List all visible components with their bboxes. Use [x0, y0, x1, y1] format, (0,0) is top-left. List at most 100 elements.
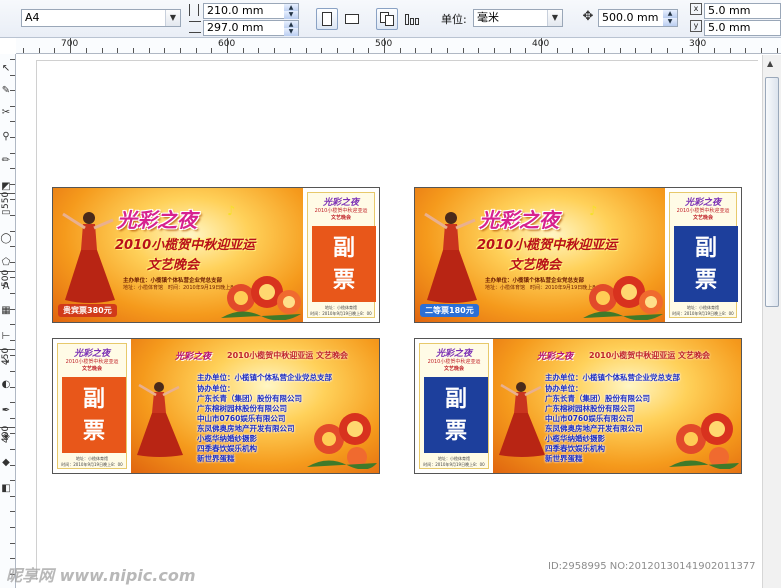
blend-tool-icon[interactable]: ◐: [0, 378, 12, 392]
spin-down-icon[interactable]: ▼: [284, 11, 298, 19]
ruler-minor-tick: [777, 48, 778, 53]
dup-y-icon: y: [690, 20, 702, 32]
landscape-button[interactable]: [341, 8, 363, 30]
ticket-back-orange[interactable]: 光彩之夜 2010小榄贺中秋迎亚运 文艺晚会 副 票 地址：小榄体育馆 时间：2…: [52, 338, 380, 474]
page-height-input[interactable]: 297.0 mm ▲ ▼: [203, 20, 299, 36]
all-pages-button[interactable]: [376, 8, 398, 30]
page-size-value: A4: [25, 11, 40, 24]
price-tag: 贵宾票380元: [58, 304, 117, 317]
stub-subtitle-2: 文艺晚会: [330, 215, 351, 221]
current-page-icon: [405, 13, 419, 25]
stub-label-box: 副 票: [312, 226, 376, 302]
shape-tool-icon[interactable]: ✎: [0, 84, 12, 98]
outline-tool-icon[interactable]: ◈: [0, 430, 12, 444]
scrollbar-thumb[interactable]: [765, 77, 779, 307]
ruler-minor-tick: [337, 48, 338, 53]
duplicate-x-input[interactable]: 5.0 mm: [704, 3, 781, 19]
eyedropper-tool-icon[interactable]: ✒: [0, 404, 12, 418]
text-tool-icon[interactable]: A: [0, 280, 12, 294]
ruler-minor-tick: [714, 48, 715, 53]
ruler-minor-tick: [117, 48, 118, 53]
ellipse-tool-icon[interactable]: ◯: [0, 232, 12, 246]
pick-tool-icon[interactable]: ↖: [0, 62, 12, 76]
stub-label-box: 副 票: [674, 226, 738, 302]
ticket-front-vip[interactable]: 光彩之夜 ♪ 2010小榄贺中秋迎亚运 文艺晚会 主办单位：小榄镇个体私营企业党…: [52, 187, 380, 323]
event-subtitle-2: 文艺晚会: [147, 258, 200, 273]
dancer-image: [497, 379, 547, 459]
ruler-minor-tick: [149, 48, 150, 53]
interactive-fill-icon[interactable]: ◧: [0, 482, 12, 496]
zoom-tool-icon[interactable]: ⚲: [0, 130, 12, 144]
vertical-scrollbar[interactable]: ▲: [762, 55, 781, 588]
organizer-line: 主办单位：小榄镇个体私营企业党总支部: [485, 278, 585, 284]
ruler-minor-tick: [745, 48, 746, 53]
ticket-main-panel: 光彩之夜 ♪ 2010小榄贺中秋迎亚运 文艺晚会 主办单位：小榄镇个体私营企业党…: [415, 188, 665, 322]
smart-fill-icon[interactable]: ◩: [0, 180, 12, 194]
dancer-image: [423, 208, 479, 306]
horizontal-ruler[interactable]: 700 600 500 400 300: [16, 38, 781, 54]
ruler-minor-tick: [604, 48, 605, 53]
ruler-minor-tick: [510, 48, 511, 53]
duplicate-y-input[interactable]: 5.0 mm: [704, 20, 781, 36]
stub-fu: 副: [444, 386, 467, 412]
freehand-tool-icon[interactable]: ✏: [0, 154, 12, 168]
spin-down-icon[interactable]: ▼: [663, 18, 677, 26]
ticket-stub: 光彩之夜 2010小榄贺中秋迎亚运 文艺晚会 副 票 地址：小榄体育馆 时间：2…: [415, 339, 493, 473]
portrait-button[interactable]: [316, 8, 338, 30]
spin-down-icon[interactable]: ▼: [284, 28, 298, 36]
stub-label-box: 副 票: [62, 377, 126, 453]
page-width-input[interactable]: 210.0 mm ▲ ▼: [203, 3, 299, 19]
peony-flowers-image: [669, 399, 739, 470]
current-page-button[interactable]: [401, 8, 423, 30]
ruler-minor-tick: [102, 48, 103, 53]
fill-tool-icon[interactable]: ◆: [0, 456, 12, 470]
stub-subtitle-2: 文艺晚会: [81, 366, 102, 372]
table-tool-icon[interactable]: ▦: [0, 304, 12, 318]
stub-panel: 光彩之夜 2010小榄贺中秋迎亚运 文艺晚会 副 票 地址：小榄体育馆 时间：2…: [669, 192, 738, 318]
ruler-minor-tick: [682, 48, 683, 53]
ticket-back-panel: 光彩之夜 2010小榄贺中秋迎亚运 文艺晚会 主办单位：小榄镇个体私营企业党总支…: [131, 339, 379, 473]
ruler-minor-tick: [730, 48, 731, 53]
stub-piao: 票: [444, 418, 467, 444]
polygon-tool-icon[interactable]: ⬠: [0, 256, 12, 270]
ruler-minor-tick: [400, 48, 401, 53]
ruler-minor-tick: [274, 48, 275, 53]
connector-tool-icon[interactable]: ↘: [0, 354, 12, 368]
units-select[interactable]: 毫米 ▼: [473, 9, 563, 27]
organizer-line: 主办单位：小榄镇个体私营企业党总支部: [545, 373, 680, 382]
nudge-icon: ✥: [582, 9, 594, 24]
page-size-select[interactable]: A4 ▼: [21, 9, 181, 27]
ruler-minor-tick: [761, 48, 762, 53]
scroll-up-icon[interactable]: ▲: [767, 59, 773, 68]
nudge-input[interactable]: 500.0 mm ▲ ▼: [598, 9, 678, 27]
chevron-down-icon[interactable]: ▼: [165, 10, 180, 26]
rectangle-tool-icon[interactable]: ▭: [0, 206, 12, 220]
units-label: 单位:: [441, 13, 467, 26]
ruler-minor-tick: [447, 48, 448, 53]
all-pages-icon: [380, 12, 394, 26]
duplicate-x-value: 5.0 mm: [708, 4, 751, 17]
event-subtitle-2: 文艺晚会: [509, 258, 562, 273]
page-height-value: 297.0 mm: [207, 21, 264, 34]
height-icon: [189, 21, 201, 33]
spin-up-icon[interactable]: ▲: [663, 10, 677, 18]
watermark-logo: 昵享网 www.nipic.com: [6, 566, 196, 585]
dimension-tool-icon[interactable]: ⊢: [0, 330, 12, 344]
stub-piao: 票: [332, 267, 355, 293]
crop-tool-icon[interactable]: ✂: [0, 106, 12, 120]
ruler-minor-tick: [39, 48, 40, 53]
ticket-back-blue[interactable]: 光彩之夜 2010小榄贺中秋迎亚运 文艺晚会 副 票 地址：小榄体育馆 时间：2…: [414, 338, 742, 474]
ruler-minor-tick: [321, 48, 322, 53]
stub-piao: 票: [82, 418, 105, 444]
chevron-down-icon[interactable]: ▼: [547, 10, 562, 26]
ruler-minor-tick: [463, 48, 464, 53]
ruler-minor-tick: [635, 48, 636, 53]
ruler-minor-tick: [86, 48, 87, 53]
peony-flowers-image: [583, 268, 663, 321]
stub-subtitle: 2010小榄贺中秋迎亚运: [427, 359, 481, 365]
ruler-minor-tick: [415, 48, 416, 53]
ticket-stub: 光彩之夜 2010小榄贺中秋迎亚运 文艺晚会 副 票 地址：小榄体育馆 时间：2…: [53, 339, 131, 473]
ruler-minor-tick: [698, 48, 699, 53]
ticket-front-second[interactable]: 光彩之夜 ♪ 2010小榄贺中秋迎亚运 文艺晚会 主办单位：小榄镇个体私营企业党…: [414, 187, 742, 323]
ruler-minor-tick: [227, 48, 228, 53]
